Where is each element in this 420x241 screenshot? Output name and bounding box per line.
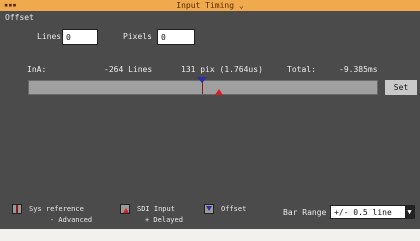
offset-legend-label: Offset — [221, 205, 247, 213]
offset-marker-icon[interactable] — [197, 77, 207, 83]
total-label: Total: — [287, 65, 316, 74]
window-title-label: Input Timing — [176, 1, 235, 10]
sys-reference-legend-label: Sys reference — [29, 205, 84, 213]
lines-label: Lines — [37, 32, 62, 41]
window-title[interactable]: Input Timing ⌄ — [0, 0, 420, 11]
offset-legend-icon — [204, 204, 214, 214]
bar-range-value: +/- 0.5 line — [334, 208, 392, 217]
bar-range-label: Bar Range — [283, 208, 327, 217]
ina-lines-value: -264 Lines — [104, 65, 153, 74]
pixels-offset-input[interactable]: 0 — [157, 29, 195, 45]
pixels-label: Pixels — [123, 32, 152, 41]
bottom-strip — [0, 229, 420, 241]
dropdown-arrow-icon[interactable]: ▼ — [405, 206, 414, 218]
sys-reference-legend-icon — [12, 204, 22, 214]
input-timing-window: ▪▪▪ Input Timing ⌄ Offset Lines 0 Pixels… — [0, 0, 420, 241]
advanced-label: - Advanced — [50, 216, 93, 224]
sdi-input-legend-icon — [120, 204, 130, 214]
sdi-input-marker-icon — [215, 89, 223, 95]
ina-label: InA: — [27, 65, 47, 74]
delayed-label: + Delayed — [145, 216, 183, 224]
bar-range-select[interactable]: +/- 0.5 line ▼ — [330, 205, 415, 219]
lines-offset-input[interactable]: 0 — [62, 29, 98, 45]
ina-pix-value: 131 pix (1.764us) — [181, 65, 263, 74]
offset-section-label: Offset — [5, 13, 34, 22]
sdi-input-legend-label: SDI Input — [137, 205, 175, 213]
title-bar: ▪▪▪ Input Timing ⌄ — [0, 0, 420, 11]
set-button[interactable]: Set — [385, 80, 417, 95]
chevron-down-icon: ⌄ — [238, 1, 244, 10]
total-value: -9.385ms — [339, 65, 378, 74]
